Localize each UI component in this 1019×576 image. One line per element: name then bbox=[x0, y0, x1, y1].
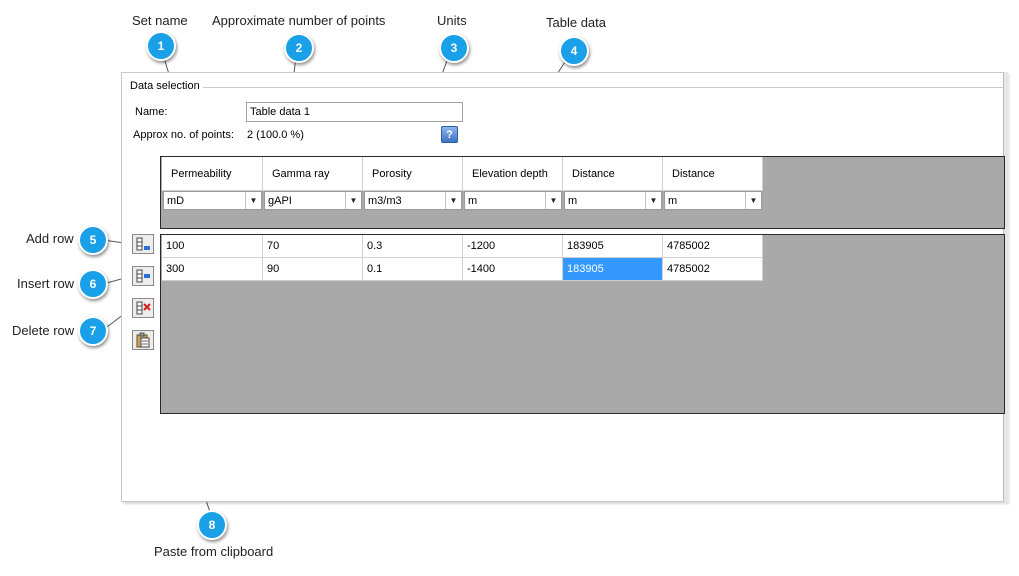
badge-6: 6 bbox=[78, 269, 108, 299]
badge-2: 2 bbox=[284, 33, 314, 63]
badge-5: 5 bbox=[78, 225, 108, 255]
approx-points-label: Approx no. of points: bbox=[133, 129, 234, 141]
table-cell[interactable]: 4785002 bbox=[663, 258, 763, 281]
unit-select-permeability[interactable]: mD ▼ bbox=[163, 191, 262, 210]
callout-add-row: Add row bbox=[26, 231, 74, 246]
group-divider bbox=[203, 87, 1003, 88]
help-icon[interactable]: ? bbox=[441, 126, 458, 143]
unit-select-porosity[interactable]: m3/m3 ▼ bbox=[364, 191, 462, 210]
paste-icon bbox=[136, 332, 150, 348]
table-cell[interactable]: 90 bbox=[263, 258, 363, 281]
table-cell[interactable]: 0.3 bbox=[363, 235, 463, 258]
column-header-distance-x[interactable]: Distance bbox=[563, 157, 663, 191]
group-title: Data selection bbox=[130, 80, 203, 92]
add-row-button[interactable] bbox=[132, 234, 154, 254]
table-cell[interactable]: 300 bbox=[162, 258, 263, 281]
column-header-elevation-depth[interactable]: Elevation depth bbox=[463, 157, 563, 191]
delete-row-icon bbox=[136, 301, 151, 315]
callout-approx-points: Approximate number of points bbox=[212, 13, 386, 28]
badge-7: 7 bbox=[78, 316, 108, 346]
column-header-gamma-ray[interactable]: Gamma ray bbox=[263, 157, 363, 191]
dropdown-arrow-icon: ▼ bbox=[745, 192, 761, 209]
callout-set-name: Set name bbox=[132, 13, 188, 28]
paste-button[interactable] bbox=[132, 330, 154, 350]
callout-units: Units bbox=[437, 13, 467, 28]
badge-8: 8 bbox=[197, 510, 227, 540]
callout-table-data: Table data bbox=[546, 15, 606, 30]
add-row-icon bbox=[136, 237, 150, 251]
table-cell[interactable]: 183905 bbox=[563, 235, 663, 258]
table-cell[interactable]: 70 bbox=[263, 235, 363, 258]
badge-4: 4 bbox=[559, 36, 589, 66]
unit-select-gamma-ray[interactable]: gAPI ▼ bbox=[264, 191, 362, 210]
unit-select-distance-y[interactable]: m ▼ bbox=[664, 191, 762, 210]
set-name-input[interactable] bbox=[246, 102, 463, 122]
table-cell[interactable]: 100 bbox=[162, 235, 263, 258]
callout-delete-row: Delete row bbox=[12, 323, 75, 338]
callout-paste: Paste from clipboard bbox=[154, 544, 274, 559]
callout-insert-row: Insert row bbox=[17, 276, 75, 291]
unit-select-elevation-depth[interactable]: m ▼ bbox=[464, 191, 562, 210]
column-header-distance-y[interactable]: Distance bbox=[663, 157, 763, 191]
delete-row-button[interactable] bbox=[132, 298, 154, 318]
approx-points-value: 2 (100.0 %) bbox=[247, 129, 304, 141]
dropdown-arrow-icon: ▼ bbox=[645, 192, 661, 209]
dropdown-arrow-icon: ▼ bbox=[545, 192, 561, 209]
unit-select-distance-x[interactable]: m ▼ bbox=[564, 191, 662, 210]
name-label: Name: bbox=[135, 106, 168, 118]
table-cell[interactable]: 4785002 bbox=[663, 235, 763, 258]
badge-3: 3 bbox=[439, 33, 469, 63]
table-cell[interactable]: 183905 bbox=[563, 258, 663, 281]
table-cell[interactable]: -1200 bbox=[463, 235, 563, 258]
dropdown-arrow-icon: ▼ bbox=[345, 192, 361, 209]
insert-row-icon bbox=[136, 269, 150, 283]
column-header-porosity[interactable]: Porosity bbox=[363, 157, 463, 191]
insert-row-button[interactable] bbox=[132, 266, 154, 286]
table-cell[interactable]: -1400 bbox=[463, 258, 563, 281]
column-header-permeability[interactable]: Permeability bbox=[162, 157, 263, 191]
badge-1: 1 bbox=[146, 31, 176, 61]
dropdown-arrow-icon: ▼ bbox=[445, 192, 461, 209]
dropdown-arrow-icon: ▼ bbox=[245, 192, 261, 209]
table-cell[interactable]: 0.1 bbox=[363, 258, 463, 281]
